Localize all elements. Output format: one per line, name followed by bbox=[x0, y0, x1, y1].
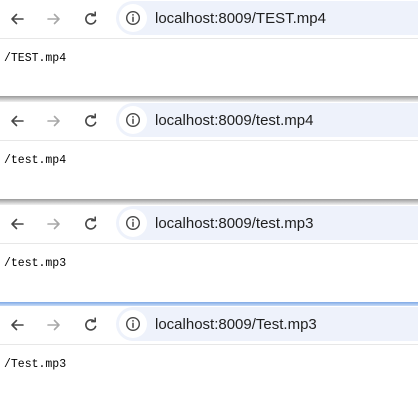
arrow-left-icon bbox=[11, 319, 24, 331]
info-circle-icon bbox=[125, 112, 141, 128]
info-circle-icon bbox=[125, 215, 141, 231]
page-content: /test.mp4 bbox=[4, 154, 67, 167]
reload-icon bbox=[85, 11, 97, 25]
reload-icon bbox=[85, 113, 97, 127]
info-circle-icon bbox=[125, 316, 141, 332]
url-text: localhost:8009/TEST.mp4 bbox=[155, 9, 326, 27]
url-text: localhost:8009/test.mp4 bbox=[155, 111, 314, 129]
site-info-button[interactable] bbox=[119, 209, 147, 237]
forward-button[interactable] bbox=[40, 5, 68, 33]
reload-icon bbox=[85, 216, 97, 230]
forward-button[interactable] bbox=[40, 210, 68, 238]
address-bar[interactable]: localhost:8009/test.mp4 bbox=[116, 103, 418, 137]
back-button[interactable] bbox=[3, 210, 31, 238]
arrow-right-icon bbox=[47, 115, 60, 127]
browser-toolbar: localhost:8009/TEST.mp4 bbox=[0, 0, 418, 39]
reload-button[interactable] bbox=[77, 210, 105, 238]
reload-button[interactable] bbox=[77, 5, 105, 33]
url-text: localhost:8009/test.mp3 bbox=[155, 214, 314, 232]
site-info-button[interactable] bbox=[119, 310, 147, 338]
address-bar[interactable]: localhost:8009/TEST.mp4 bbox=[116, 1, 418, 35]
arrow-right-icon bbox=[47, 319, 60, 331]
info-circle-icon bbox=[125, 10, 141, 26]
back-button[interactable] bbox=[3, 311, 31, 339]
browser-toolbar: localhost:8009/Test.mp3 bbox=[0, 306, 418, 345]
back-button[interactable] bbox=[3, 107, 31, 135]
browser-toolbar: localhost:8009/test.mp3 bbox=[0, 205, 418, 244]
page-content: /Test.mp3 bbox=[4, 358, 67, 371]
arrow-right-icon bbox=[47, 218, 60, 230]
arrow-right-icon bbox=[47, 13, 60, 25]
reload-icon bbox=[85, 317, 97, 331]
browser-window: localhost:8009/test.mp3 /test.mp3 bbox=[0, 205, 418, 302]
url-text: localhost:8009/Test.mp3 bbox=[155, 315, 317, 333]
arrow-left-icon bbox=[11, 13, 24, 25]
forward-button[interactable] bbox=[40, 107, 68, 135]
site-info-button[interactable] bbox=[119, 106, 147, 134]
forward-button[interactable] bbox=[40, 311, 68, 339]
browser-window: localhost:8009/Test.mp3 /Test.mp3 bbox=[0, 306, 418, 407]
page-content: /TEST.mp4 bbox=[4, 52, 67, 65]
browser-window: localhost:8009/TEST.mp4 /TEST.mp4 bbox=[0, 0, 418, 96]
address-bar[interactable]: localhost:8009/test.mp3 bbox=[116, 206, 418, 240]
browser-toolbar: localhost:8009/test.mp4 bbox=[0, 102, 418, 141]
reload-button[interactable] bbox=[77, 311, 105, 339]
back-button[interactable] bbox=[3, 5, 31, 33]
arrow-left-icon bbox=[11, 115, 24, 127]
page-content: /test.mp3 bbox=[4, 257, 67, 270]
reload-button[interactable] bbox=[77, 107, 105, 135]
site-info-button[interactable] bbox=[119, 4, 147, 32]
browser-window: localhost:8009/test.mp4 /test.mp4 bbox=[0, 102, 418, 199]
address-bar[interactable]: localhost:8009/Test.mp3 bbox=[116, 307, 418, 341]
arrow-left-icon bbox=[11, 218, 24, 230]
stacked-browser-windows: localhost:8009/TEST.mp4 /TEST.mp4 localh… bbox=[0, 0, 418, 407]
